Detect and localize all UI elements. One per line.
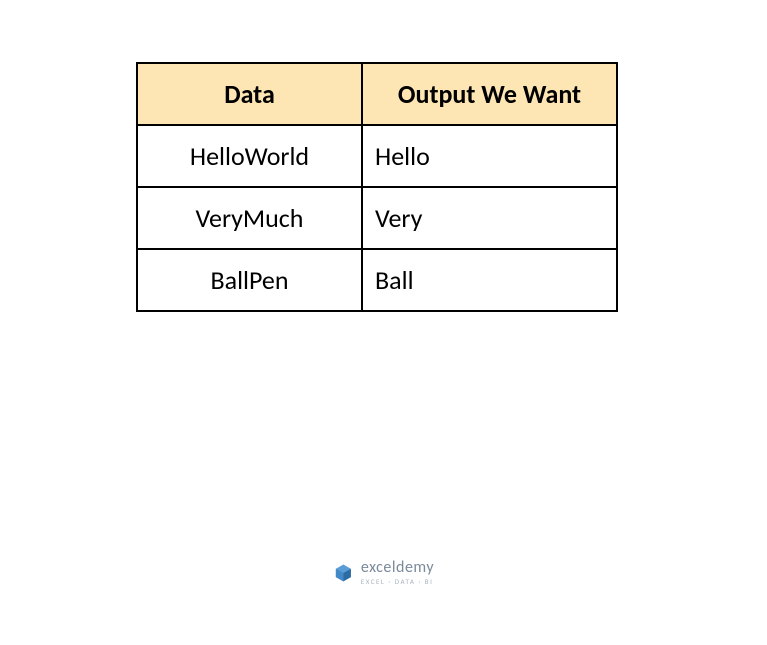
header-output: Output We Want: [362, 63, 617, 125]
header-data: Data: [137, 63, 362, 125]
cube-icon: [333, 563, 353, 583]
cell-output: Hello: [362, 125, 617, 187]
cell-output: Very: [362, 187, 617, 249]
cell-data: BallPen: [137, 249, 362, 311]
table-row: BallPen Ball: [137, 249, 617, 311]
data-table-container: Data Output We Want HelloWorld Hello Ver…: [136, 62, 618, 312]
cell-data: VeryMuch: [137, 187, 362, 249]
brand-logo: exceldemy EXCEL · DATA · BI: [333, 560, 434, 585]
data-table: Data Output We Want HelloWorld Hello Ver…: [136, 62, 618, 312]
table-row: HelloWorld Hello: [137, 125, 617, 187]
brand-title: exceldemy: [361, 560, 434, 576]
cell-output: Ball: [362, 249, 617, 311]
cell-data: HelloWorld: [137, 125, 362, 187]
table-header-row: Data Output We Want: [137, 63, 617, 125]
brand-subtitle: EXCEL · DATA · BI: [361, 578, 434, 585]
table-row: VeryMuch Very: [137, 187, 617, 249]
brand-text: exceldemy EXCEL · DATA · BI: [361, 560, 434, 585]
